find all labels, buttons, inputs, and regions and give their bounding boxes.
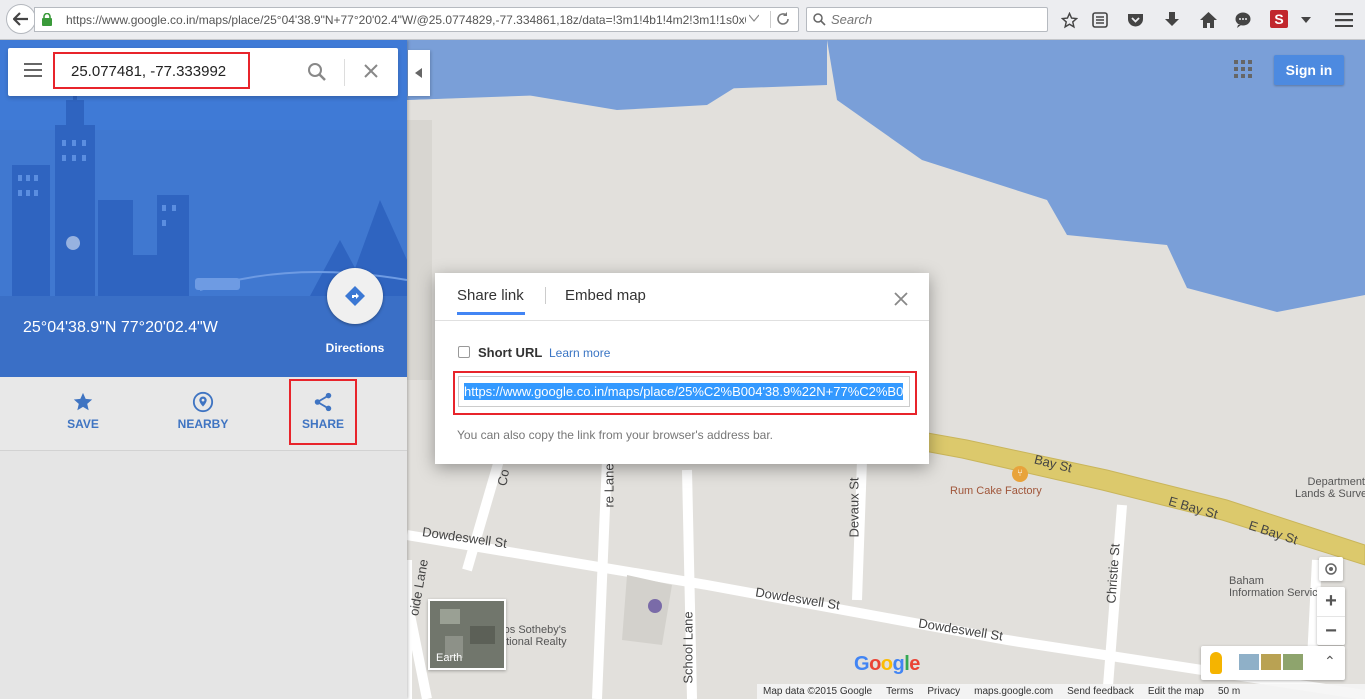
street-label-devaux: Devaux St bbox=[846, 477, 862, 538]
zoom-in-button[interactable]: + bbox=[1317, 587, 1345, 616]
active-tab-indicator bbox=[457, 312, 525, 315]
url-text[interactable]: https://www.google.co.in/maps/place/25°0… bbox=[66, 13, 746, 27]
collapse-panel-button[interactable] bbox=[408, 50, 430, 96]
menu-icon[interactable] bbox=[24, 63, 42, 77]
star-icon bbox=[73, 392, 93, 411]
side-panel: 25°04'38.9"N 77°20'02.4"W Directions 25.… bbox=[0, 40, 407, 699]
address-bar[interactable]: https://www.google.co.in/maps/place/25°0… bbox=[34, 7, 799, 32]
footer-edit-map[interactable]: Edit the map bbox=[1148, 686, 1204, 697]
poi-shop-icon[interactable] bbox=[648, 599, 662, 613]
search-box: 25.077481, -77.333992 bbox=[8, 48, 398, 96]
extension-s-icon[interactable]: S bbox=[1270, 10, 1288, 28]
street-label-school-lane: School Lane bbox=[680, 611, 696, 684]
layer-thumb-3[interactable] bbox=[1283, 654, 1303, 670]
hamburger-menu-icon[interactable] bbox=[1334, 10, 1354, 30]
tab-share-link[interactable]: Share link bbox=[457, 287, 524, 304]
url-dropdown-icon[interactable] bbox=[749, 14, 759, 22]
tab-divider bbox=[545, 287, 546, 304]
nearby-button[interactable]: NEARBY bbox=[163, 391, 243, 431]
search-icon bbox=[813, 13, 826, 26]
back-arrow-icon bbox=[13, 12, 28, 26]
url-divider bbox=[770, 11, 771, 28]
tab-embed-map[interactable]: Embed map bbox=[565, 287, 646, 304]
short-url-checkbox[interactable] bbox=[458, 346, 470, 358]
save-button[interactable]: SAVE bbox=[43, 391, 123, 431]
share-dialog: Share link Embed map Short URL Learn mor… bbox=[435, 273, 929, 464]
map-footer: Map data ©2015 Google Terms Privacy maps… bbox=[757, 684, 1365, 699]
pegman-icon[interactable] bbox=[1210, 652, 1222, 674]
bookmark-star-icon[interactable] bbox=[1059, 10, 1079, 30]
poi-rum-cake-factory[interactable]: Rum Cake Factory bbox=[950, 485, 1042, 497]
directions-button[interactable] bbox=[327, 268, 383, 324]
google-logo: Google bbox=[854, 653, 920, 675]
dialog-divider bbox=[435, 320, 929, 321]
reload-icon[interactable] bbox=[776, 12, 790, 26]
search-icon[interactable] bbox=[307, 62, 327, 82]
download-icon[interactable] bbox=[1162, 10, 1182, 30]
home-icon[interactable] bbox=[1198, 10, 1218, 30]
expand-up-icon[interactable]: ⌃ bbox=[1324, 653, 1336, 670]
poi-rum-cake-icon[interactable]: ⑂ bbox=[1012, 466, 1028, 482]
earth-view-toggle[interactable]: Earth bbox=[428, 599, 506, 670]
zoom-control: + − bbox=[1317, 587, 1345, 645]
layers-panel: ⌃ bbox=[1201, 646, 1345, 680]
earth-label: Earth bbox=[436, 652, 463, 664]
copy-hint: You can also copy the link from your bro… bbox=[457, 428, 774, 442]
street-label-re-lane: re Lane bbox=[601, 463, 617, 508]
browser-search bbox=[806, 7, 1048, 32]
close-icon[interactable] bbox=[893, 291, 909, 307]
lock-icon[interactable] bbox=[41, 13, 53, 26]
poi-department-lands[interactable]: Department Lands & Surve bbox=[1295, 476, 1365, 500]
nearby-pin-icon bbox=[192, 391, 214, 413]
layer-thumb-1[interactable] bbox=[1239, 654, 1259, 670]
clear-icon[interactable] bbox=[363, 63, 379, 79]
layer-thumb-2[interactable] bbox=[1261, 654, 1281, 670]
apps-grid-icon[interactable] bbox=[1234, 60, 1252, 78]
footer-map-data: Map data ©2015 Google bbox=[763, 686, 873, 697]
save-label: SAVE bbox=[67, 417, 99, 431]
zoom-out-button[interactable]: − bbox=[1317, 616, 1345, 645]
share-link-text: https://www.google.co.in/maps/place/25%C… bbox=[464, 383, 904, 400]
place-coordinates: 25°04'38.9"N 77°20'02.4"W bbox=[23, 319, 218, 336]
learn-more-link[interactable]: Learn more bbox=[549, 346, 610, 360]
footer-scale: 50 m bbox=[1217, 686, 1241, 697]
back-button[interactable] bbox=[6, 4, 36, 34]
short-url-label: Short URL bbox=[478, 345, 543, 360]
search-input[interactable]: 25.077481, -77.333992 bbox=[53, 52, 250, 89]
footer-send-feedback[interactable]: Send feedback bbox=[1067, 686, 1134, 697]
poi-bahamas-info[interactable]: Baham Information Servic bbox=[1229, 575, 1319, 599]
pocket-icon[interactable] bbox=[1125, 10, 1145, 30]
share-link-field[interactable]: https://www.google.co.in/maps/place/25%C… bbox=[458, 376, 910, 407]
extension-dropdown-icon[interactable] bbox=[1296, 10, 1316, 30]
footer-privacy[interactable]: Privacy bbox=[927, 686, 960, 697]
nearby-label: NEARBY bbox=[177, 417, 229, 431]
footer-terms[interactable]: Terms bbox=[886, 686, 913, 697]
poi-sothebys[interactable]: ros Sotheby's ational Realty bbox=[500, 624, 580, 648]
browser-toolbar: https://www.google.co.in/maps/place/25°0… bbox=[0, 0, 1365, 40]
search-divider bbox=[344, 59, 345, 86]
my-location-button[interactable] bbox=[1319, 557, 1343, 581]
street-label-co: Co bbox=[494, 468, 513, 487]
reader-list-icon[interactable] bbox=[1090, 10, 1110, 30]
sign-in-button[interactable]: Sign in bbox=[1274, 55, 1344, 85]
directions-label[interactable]: Directions bbox=[320, 341, 390, 355]
share-highlight bbox=[289, 379, 357, 445]
my-location-icon bbox=[1325, 563, 1337, 575]
chat-icon[interactable] bbox=[1233, 10, 1253, 30]
footer-maps-link[interactable]: maps.google.com bbox=[974, 686, 1053, 697]
chevron-left-icon bbox=[415, 68, 422, 78]
directions-icon bbox=[345, 286, 365, 306]
browser-search-input[interactable] bbox=[831, 11, 1041, 28]
